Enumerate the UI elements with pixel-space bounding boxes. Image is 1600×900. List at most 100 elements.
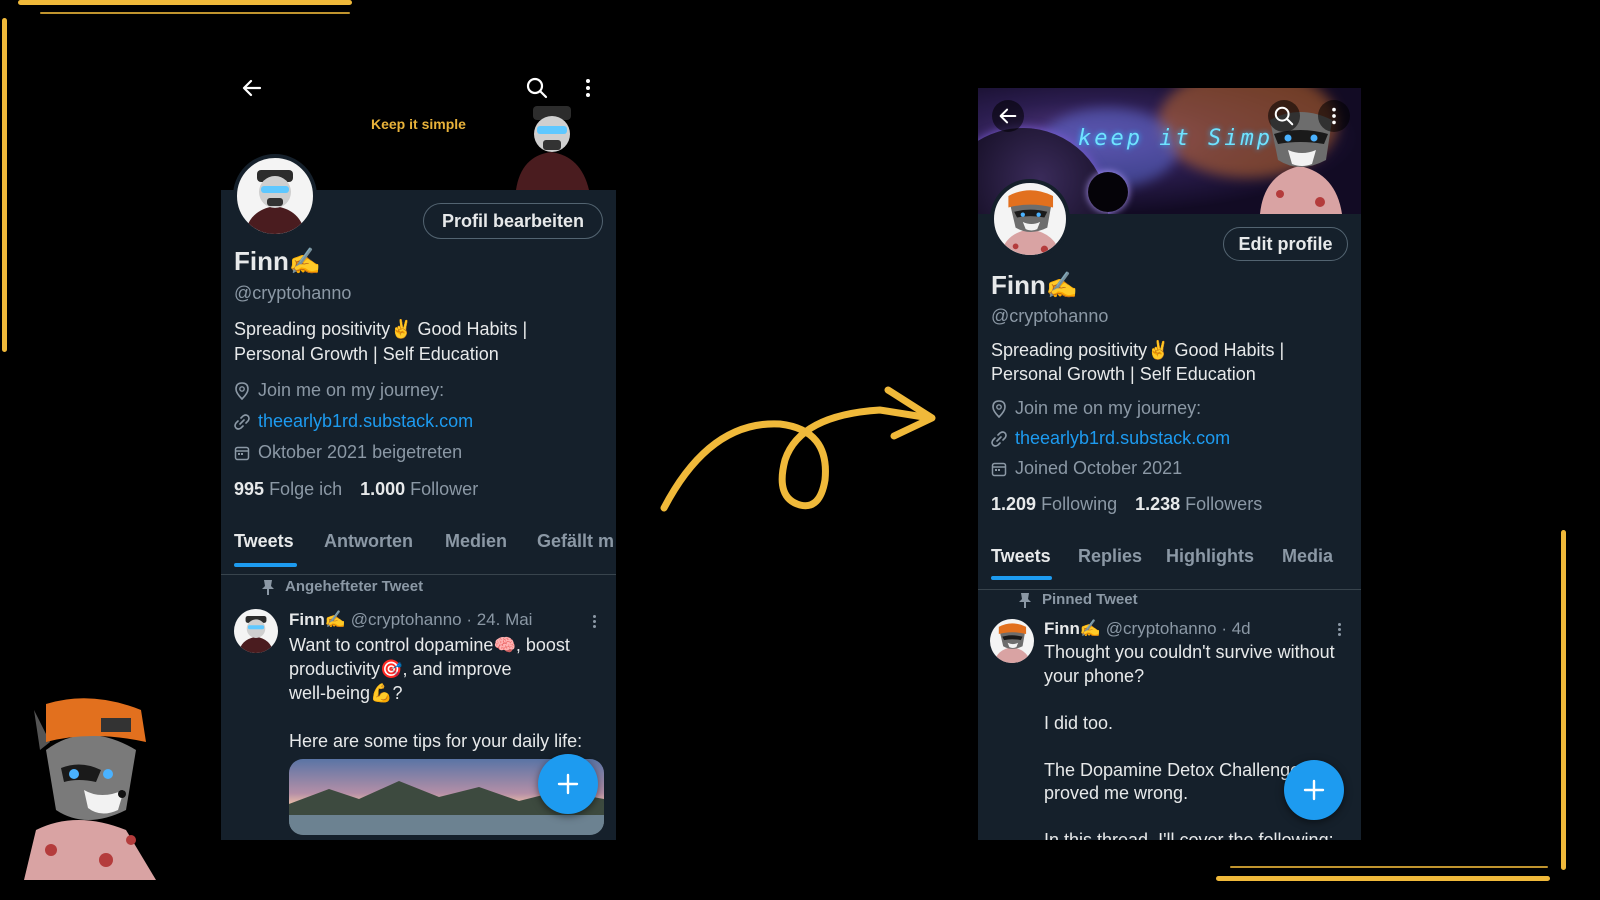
tab-active-indicator <box>234 563 297 567</box>
profile-website[interactable]: theearlyb1rd.substack.com <box>991 428 1230 449</box>
calendar-icon <box>234 446 250 460</box>
transition-arrow <box>660 386 936 512</box>
pinned-text: Pinned Tweet <box>1042 591 1138 608</box>
tweet-author: Finn✍️ <box>1044 619 1102 638</box>
profile-tabs: Tweets Replies Highlights Media <box>978 546 1361 590</box>
pinned-label: Angehefteter Tweet <box>261 578 423 595</box>
banner-text: Keep it simple <box>371 116 466 132</box>
pinned-label: Pinned Tweet <box>1018 591 1138 608</box>
profile-location: Join me on my journey: <box>234 380 444 401</box>
edit-profile-button[interactable]: Profil bearbeiten <box>423 203 603 239</box>
followers-count: 1.000 <box>360 479 406 499</box>
tweet-line: Here are some tips for your daily life: <box>289 731 583 751</box>
bio-line: Spreading positivity✌️ Good Habits | <box>991 340 1285 360</box>
tweet-line: Want to control dopamine🧠, boost <box>289 635 570 655</box>
compose-button[interactable] <box>1284 760 1344 820</box>
back-arrow-icon[interactable] <box>236 72 268 104</box>
plus-icon <box>557 773 579 795</box>
tweet-meta: @cryptohanno · 4d <box>1105 619 1251 638</box>
followers-label: Followers <box>1185 494 1263 514</box>
tweet-line <box>1044 688 1335 712</box>
following-label: Folge ich <box>269 479 343 499</box>
location-pin-icon <box>235 381 249 400</box>
more-vertical-icon[interactable] <box>1338 621 1342 638</box>
profile-joined: Oktober 2021 beigetreten <box>234 442 462 463</box>
avatar[interactable] <box>990 179 1070 259</box>
profile-handle: @cryptohanno <box>234 283 352 303</box>
tweet-line: Thought you couldn't survive without <box>1044 642 1335 662</box>
location-text: Join me on my journey: <box>258 380 445 400</box>
bio-line: Personal Growth | Self Education <box>234 344 499 364</box>
tweet-text: Want to control dopamine🧠, boost product… <box>289 633 582 753</box>
following-stat[interactable]: 995 Folge ich <box>234 479 342 500</box>
tweet-author: Finn✍️ <box>289 610 347 629</box>
joined-text: Joined October 2021 <box>1015 458 1183 478</box>
tab-media[interactable]: Media <box>1282 546 1333 567</box>
plus-icon <box>1303 779 1325 801</box>
search-icon[interactable] <box>1268 100 1300 132</box>
website-link[interactable]: theearlyb1rd.substack.com <box>1015 428 1230 449</box>
profile-website[interactable]: theearlyb1rd.substack.com <box>234 411 473 432</box>
joined-text: Oktober 2021 beigetreten <box>258 442 463 462</box>
brush-stroke-right <box>1561 530 1566 870</box>
profile-name: Finn✍️ <box>234 246 322 276</box>
back-arrow-icon[interactable] <box>992 100 1024 132</box>
tweet-header: Finn✍️ @cryptohanno · 24. Mai <box>289 610 532 630</box>
pin-icon <box>262 579 274 595</box>
search-icon[interactable] <box>521 72 553 104</box>
raccoon-mascot <box>24 698 156 880</box>
profile-stats: 1.209 Following 1.238 Followers <box>991 494 1262 515</box>
following-count: 995 <box>234 479 265 499</box>
brush-stroke-bottom <box>1216 876 1550 881</box>
calendar-icon <box>991 462 1007 476</box>
profile-stats: 995 Folge ich 1.000 Follower <box>234 479 478 500</box>
tab-highlights[interactable]: Highlights <box>1166 546 1254 567</box>
banner-character <box>516 106 589 190</box>
profile-screen-before: Keep it simple Profil bearbeiten Finn✍️ … <box>221 72 616 840</box>
tweet-line <box>289 705 582 729</box>
location-text: Join me on my journey: <box>1015 398 1202 418</box>
followers-count: 1.238 <box>1135 494 1181 514</box>
profile-bio: Spreading positivity✌️ Good Habits | Per… <box>234 317 527 367</box>
tab-tweets[interactable]: Tweets <box>991 546 1051 567</box>
profile-location: Join me on my journey: <box>991 398 1201 419</box>
profile-screen-after: keep it Simple Edit profile Finn✍️ @cryp… <box>978 88 1361 840</box>
profile-name: Finn✍️ <box>991 270 1079 300</box>
edit-profile-button[interactable]: Edit profile <box>1223 227 1348 261</box>
followers-stat[interactable]: 1.238 Followers <box>1135 494 1262 515</box>
compose-button[interactable] <box>538 754 598 814</box>
tab-likes[interactable]: Gefällt m <box>537 531 614 552</box>
tweet-line: well-being💪? <box>289 683 403 703</box>
pin-icon <box>1019 592 1031 608</box>
profile-bio: Spreading positivity✌️ Good Habits | Per… <box>991 338 1284 386</box>
tweet-line: your phone? <box>1044 665 1145 686</box>
tab-tweets[interactable]: Tweets <box>234 531 294 552</box>
more-vertical-icon[interactable] <box>593 613 597 630</box>
link-icon <box>234 413 250 430</box>
profile-joined: Joined October 2021 <box>991 458 1182 479</box>
tab-media[interactable]: Medien <box>445 531 507 552</box>
tweet-line: I did too. <box>1044 712 1114 733</box>
brush-stroke-bottom-thin <box>1230 866 1548 868</box>
more-vertical-icon[interactable] <box>1318 100 1350 132</box>
tab-active-indicator <box>991 576 1052 580</box>
following-label: Following <box>1041 494 1118 514</box>
tab-replies[interactable]: Replies <box>1078 546 1142 567</box>
bio-line: Personal Growth | Self Education <box>991 364 1256 384</box>
bio-line: Spreading positivity✌️ Good Habits | <box>234 319 528 339</box>
avatar[interactable] <box>233 154 317 238</box>
tweet-avatar[interactable] <box>990 619 1034 663</box>
profile-tabs: Tweets Antworten Medien Gefällt m <box>221 531 616 575</box>
profile-handle: @cryptohanno <box>991 306 1109 326</box>
website-link[interactable]: theearlyb1rd.substack.com <box>258 411 473 432</box>
more-vertical-icon[interactable] <box>572 72 604 104</box>
brush-stroke-left <box>2 18 7 352</box>
followers-stat[interactable]: 1.000 Follower <box>360 479 478 500</box>
tweet-line <box>1044 735 1335 759</box>
tweet-meta: @cryptohanno · 24. Mai <box>350 610 533 629</box>
tweet-line: productivity🎯, and improve <box>289 659 512 679</box>
tweet-avatar[interactable] <box>234 609 278 653</box>
tab-replies[interactable]: Antworten <box>324 531 413 552</box>
following-stat[interactable]: 1.209 Following <box>991 494 1117 515</box>
brush-stroke-top-thin <box>40 12 350 14</box>
